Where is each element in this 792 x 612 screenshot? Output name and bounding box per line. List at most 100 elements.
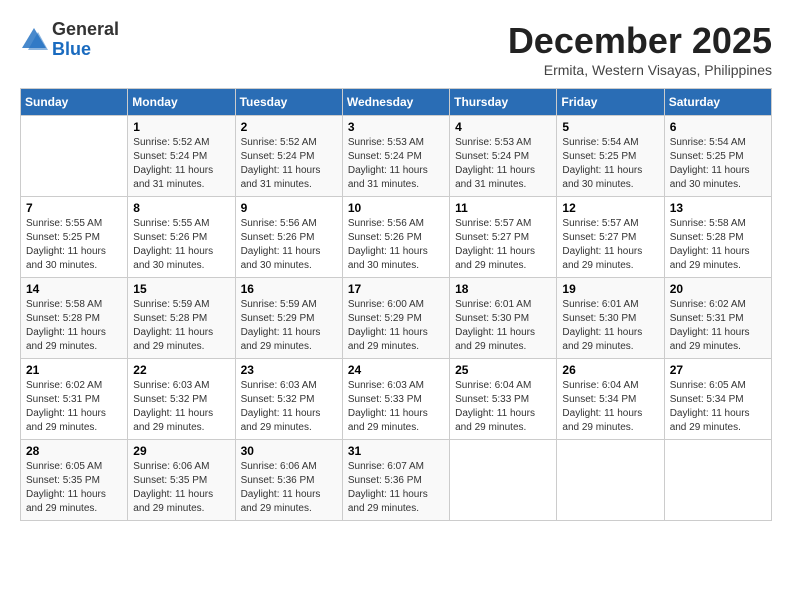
day-number: 2 bbox=[241, 120, 337, 134]
day-number: 15 bbox=[133, 282, 229, 296]
day-number: 18 bbox=[455, 282, 551, 296]
logo: General Blue bbox=[20, 20, 119, 60]
calendar-cell: 9 Sunrise: 5:56 AMSunset: 5:26 PMDaylight… bbox=[235, 197, 342, 278]
day-number: 14 bbox=[26, 282, 122, 296]
weekday-header: Thursday bbox=[450, 89, 557, 116]
day-number: 24 bbox=[348, 363, 444, 377]
day-info: Sunrise: 6:06 AMSunset: 5:35 PMDaylight:… bbox=[133, 460, 229, 516]
day-number: 28 bbox=[26, 444, 122, 458]
day-info: Sunrise: 5:59 AMSunset: 5:29 PMDaylight:… bbox=[241, 298, 337, 354]
calendar-cell: 27 Sunrise: 6:05 AMSunset: 5:34 PMDayligh… bbox=[664, 359, 771, 440]
calendar-cell: 18 Sunrise: 6:01 AMSunset: 5:30 PMDayligh… bbox=[450, 278, 557, 359]
logo-icon bbox=[20, 26, 48, 54]
day-number: 6 bbox=[670, 120, 766, 134]
day-info: Sunrise: 6:03 AMSunset: 5:32 PMDaylight:… bbox=[133, 379, 229, 435]
logo-general: General bbox=[52, 20, 119, 40]
day-info: Sunrise: 6:05 AMSunset: 5:34 PMDaylight:… bbox=[670, 379, 766, 435]
calendar-week-row: 21Sunrise: 6:02 AMSunset: 5:31 PMDayligh… bbox=[21, 359, 772, 440]
calendar-cell: 1 Sunrise: 5:52 AMSunset: 5:24 PMDaylight… bbox=[128, 116, 235, 197]
day-number: 12 bbox=[562, 201, 658, 215]
day-number: 7 bbox=[26, 201, 122, 215]
calendar-cell: 8 Sunrise: 5:55 AMSunset: 5:26 PMDaylight… bbox=[128, 197, 235, 278]
calendar-cell bbox=[450, 440, 557, 521]
calendar-cell: 6 Sunrise: 5:54 AMSunset: 5:25 PMDaylight… bbox=[664, 116, 771, 197]
day-info: Sunrise: 5:56 AMSunset: 5:26 PMDaylight:… bbox=[241, 217, 337, 273]
calendar-cell: 17 Sunrise: 6:00 AMSunset: 5:29 PMDayligh… bbox=[342, 278, 449, 359]
day-number: 30 bbox=[241, 444, 337, 458]
calendar-cell: 2 Sunrise: 5:52 AMSunset: 5:24 PMDaylight… bbox=[235, 116, 342, 197]
day-number: 26 bbox=[562, 363, 658, 377]
calendar-cell: 25Sunrise: 6:04 AMSunset: 5:33 PMDayligh… bbox=[450, 359, 557, 440]
day-number: 17 bbox=[348, 282, 444, 296]
day-number: 10 bbox=[348, 201, 444, 215]
calendar-cell: 15 Sunrise: 5:59 AMSunset: 5:28 PMDayligh… bbox=[128, 278, 235, 359]
day-info: Sunrise: 6:03 AMSunset: 5:33 PMDaylight:… bbox=[348, 379, 444, 435]
calendar-cell: 16 Sunrise: 5:59 AMSunset: 5:29 PMDayligh… bbox=[235, 278, 342, 359]
day-info: Sunrise: 5:55 AMSunset: 5:25 PMDaylight:… bbox=[26, 217, 122, 273]
day-number: 20 bbox=[670, 282, 766, 296]
day-info: Sunrise: 6:01 AMSunset: 5:30 PMDaylight:… bbox=[455, 298, 551, 354]
day-info: Sunrise: 5:55 AMSunset: 5:26 PMDaylight:… bbox=[133, 217, 229, 273]
day-number: 4 bbox=[455, 120, 551, 134]
day-info: Sunrise: 6:02 AMSunset: 5:31 PMDaylight:… bbox=[670, 298, 766, 354]
calendar-cell: 20 Sunrise: 6:02 AMSunset: 5:31 PMDayligh… bbox=[664, 278, 771, 359]
day-number: 31 bbox=[348, 444, 444, 458]
calendar-cell: 24 Sunrise: 6:03 AMSunset: 5:33 PMDayligh… bbox=[342, 359, 449, 440]
calendar-cell: 4 Sunrise: 5:53 AMSunset: 5:24 PMDaylight… bbox=[450, 116, 557, 197]
day-info: Sunrise: 6:04 AMSunset: 5:33 PMDaylight:… bbox=[455, 379, 551, 435]
day-info: Sunrise: 5:53 AMSunset: 5:24 PMDaylight:… bbox=[455, 136, 551, 192]
day-info: Sunrise: 5:54 AMSunset: 5:25 PMDaylight:… bbox=[562, 136, 658, 192]
day-number: 23 bbox=[241, 363, 337, 377]
calendar-cell bbox=[21, 116, 128, 197]
calendar-week-row: 14 Sunrise: 5:58 AMSunset: 5:28 PMDayligh… bbox=[21, 278, 772, 359]
calendar-cell bbox=[557, 440, 664, 521]
day-info: Sunrise: 5:58 AMSunset: 5:28 PMDaylight:… bbox=[26, 298, 122, 354]
day-info: Sunrise: 5:52 AMSunset: 5:24 PMDaylight:… bbox=[241, 136, 337, 192]
weekday-header: Friday bbox=[557, 89, 664, 116]
day-info: Sunrise: 5:52 AMSunset: 5:24 PMDaylight:… bbox=[133, 136, 229, 192]
day-info: Sunrise: 6:01 AMSunset: 5:30 PMDaylight:… bbox=[562, 298, 658, 354]
day-info: Sunrise: 5:56 AMSunset: 5:26 PMDaylight:… bbox=[348, 217, 444, 273]
day-number: 21 bbox=[26, 363, 122, 377]
calendar-cell: 14 Sunrise: 5:58 AMSunset: 5:28 PMDayligh… bbox=[21, 278, 128, 359]
day-number: 19 bbox=[562, 282, 658, 296]
day-number: 9 bbox=[241, 201, 337, 215]
weekday-header: Sunday bbox=[21, 89, 128, 116]
day-number: 27 bbox=[670, 363, 766, 377]
calendar-cell: 11Sunrise: 5:57 AMSunset: 5:27 PMDayligh… bbox=[450, 197, 557, 278]
calendar-header-row: SundayMondayTuesdayWednesdayThursdayFrid… bbox=[21, 89, 772, 116]
day-info: Sunrise: 6:06 AMSunset: 5:36 PMDaylight:… bbox=[241, 460, 337, 516]
day-number: 1 bbox=[133, 120, 229, 134]
day-info: Sunrise: 5:59 AMSunset: 5:28 PMDaylight:… bbox=[133, 298, 229, 354]
calendar-cell: 21Sunrise: 6:02 AMSunset: 5:31 PMDayligh… bbox=[21, 359, 128, 440]
day-info: Sunrise: 5:54 AMSunset: 5:25 PMDaylight:… bbox=[670, 136, 766, 192]
day-number: 16 bbox=[241, 282, 337, 296]
day-info: Sunrise: 5:58 AMSunset: 5:28 PMDaylight:… bbox=[670, 217, 766, 273]
weekday-header: Monday bbox=[128, 89, 235, 116]
day-info: Sunrise: 5:53 AMSunset: 5:24 PMDaylight:… bbox=[348, 136, 444, 192]
location-title: Ermita, Western Visayas, Philippines bbox=[508, 62, 772, 78]
page-header: General Blue December 2025 Ermita, Weste… bbox=[20, 20, 772, 78]
calendar-cell: 13Sunrise: 5:58 AMSunset: 5:28 PMDayligh… bbox=[664, 197, 771, 278]
day-info: Sunrise: 6:07 AMSunset: 5:36 PMDaylight:… bbox=[348, 460, 444, 516]
calendar-cell: 26 Sunrise: 6:04 AMSunset: 5:34 PMDayligh… bbox=[557, 359, 664, 440]
day-info: Sunrise: 6:00 AMSunset: 5:29 PMDaylight:… bbox=[348, 298, 444, 354]
day-number: 8 bbox=[133, 201, 229, 215]
day-info: Sunrise: 5:57 AMSunset: 5:27 PMDaylight:… bbox=[562, 217, 658, 273]
calendar-week-row: 7 Sunrise: 5:55 AMSunset: 5:25 PMDaylight… bbox=[21, 197, 772, 278]
logo-blue: Blue bbox=[52, 40, 119, 60]
calendar-cell: 28Sunrise: 6:05 AMSunset: 5:35 PMDayligh… bbox=[21, 440, 128, 521]
weekday-header: Saturday bbox=[664, 89, 771, 116]
calendar-cell: 30 Sunrise: 6:06 AMSunset: 5:36 PMDayligh… bbox=[235, 440, 342, 521]
day-number: 11 bbox=[455, 201, 551, 215]
calendar-cell: 23Sunrise: 6:03 AMSunset: 5:32 PMDayligh… bbox=[235, 359, 342, 440]
calendar-cell: 31 Sunrise: 6:07 AMSunset: 5:36 PMDayligh… bbox=[342, 440, 449, 521]
day-info: Sunrise: 6:04 AMSunset: 5:34 PMDaylight:… bbox=[562, 379, 658, 435]
calendar-cell: 29Sunrise: 6:06 AMSunset: 5:35 PMDayligh… bbox=[128, 440, 235, 521]
calendar-cell bbox=[664, 440, 771, 521]
calendar-cell: 12 Sunrise: 5:57 AMSunset: 5:27 PMDayligh… bbox=[557, 197, 664, 278]
calendar-table: SundayMondayTuesdayWednesdayThursdayFrid… bbox=[20, 88, 772, 521]
day-number: 22 bbox=[133, 363, 229, 377]
calendar-cell: 19 Sunrise: 6:01 AMSunset: 5:30 PMDayligh… bbox=[557, 278, 664, 359]
month-title: December 2025 bbox=[508, 20, 772, 62]
